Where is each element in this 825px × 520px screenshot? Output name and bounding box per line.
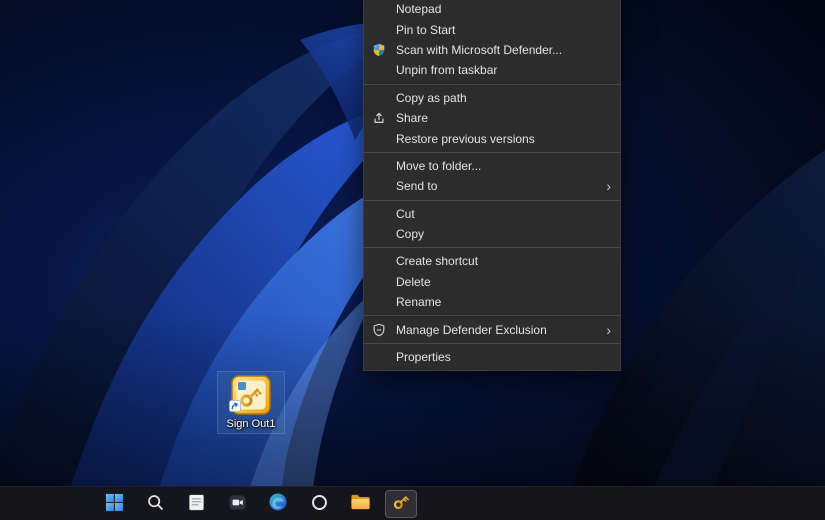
menu-item-label: Pin to Start xyxy=(396,22,456,37)
folder-icon xyxy=(350,493,371,514)
key-icon xyxy=(229,375,271,417)
search-button[interactable] xyxy=(139,490,171,518)
menu-item-create-shortcut[interactable]: Create shortcut xyxy=(364,251,620,271)
menu-item-label: Notepad xyxy=(396,2,442,17)
menu-item-label: Unpin from taskbar xyxy=(396,63,498,78)
edge-browser-button[interactable] xyxy=(262,490,294,518)
menu-item-cut[interactable]: Cut xyxy=(364,204,620,224)
desktop-shortcut-sign-out[interactable]: Sign Out1 xyxy=(217,371,285,434)
chevron-right-icon: › xyxy=(606,178,611,195)
windows-start-icon xyxy=(105,493,124,515)
notepad-icon xyxy=(187,493,206,515)
menu-item-send-to[interactable]: Send to › xyxy=(364,176,620,196)
menu-separator xyxy=(364,315,620,317)
menu-item-properties[interactable]: Properties xyxy=(364,347,620,367)
chevron-right-icon: › xyxy=(606,321,611,338)
key-icon xyxy=(391,492,411,515)
defender-exclusion-icon xyxy=(372,323,396,337)
menu-item-unpin-from-taskbar[interactable]: Unpin from taskbar xyxy=(364,60,620,80)
menu-item-pin-to-start[interactable]: Pin to Start xyxy=(364,19,620,39)
edge-icon xyxy=(268,492,288,515)
menu-item-label: Cut xyxy=(396,206,415,221)
defender-shield-icon xyxy=(372,43,396,57)
file-explorer-button[interactable] xyxy=(344,490,376,518)
chat-app-button[interactable] xyxy=(221,490,253,518)
sign-out-key-app-button[interactable] xyxy=(385,489,417,518)
notepad-app-button[interactable] xyxy=(180,490,212,518)
context-menu: Notepad Pin to Start Scan with Microsoft… xyxy=(363,0,621,372)
menu-item-label: Copy as path xyxy=(396,90,467,105)
taskbar xyxy=(0,486,825,520)
menu-item-label: Scan with Microsoft Defender... xyxy=(396,42,563,57)
menu-item-rename[interactable]: Rename xyxy=(364,292,620,312)
menu-item-copy[interactable]: Copy xyxy=(364,224,620,244)
menu-item-label: Send to xyxy=(396,179,438,194)
menu-item-delete[interactable]: Delete xyxy=(364,272,620,292)
menu-item-label: Manage Defender Exclusion xyxy=(396,322,547,337)
menu-separator xyxy=(364,199,620,201)
menu-item-label: Move to folder... xyxy=(396,158,482,173)
menu-item-notepad[interactable]: Notepad xyxy=(364,0,620,19)
menu-item-copy-as-path[interactable]: Copy as path xyxy=(364,88,620,108)
menu-item-scan-with-defender[interactable]: Scan with Microsoft Defender... xyxy=(364,40,620,60)
menu-item-label: Create shortcut xyxy=(396,254,479,269)
menu-separator xyxy=(364,83,620,85)
menu-item-label: Copy xyxy=(396,227,425,242)
menu-item-label: Rename xyxy=(396,295,442,310)
menu-item-label: Properties xyxy=(396,350,451,365)
taskbar-icon-group xyxy=(98,489,417,518)
shortcut-arrow-icon xyxy=(229,399,241,417)
video-camera-icon xyxy=(228,493,247,515)
menu-item-move-to-folder[interactable]: Move to folder... xyxy=(364,156,620,176)
start-button[interactable] xyxy=(98,490,130,518)
circle-ring-icon xyxy=(310,493,329,515)
share-icon xyxy=(372,111,396,125)
menu-item-restore-previous-versions[interactable]: Restore previous versions xyxy=(364,128,620,148)
menu-separator xyxy=(364,247,620,249)
menu-item-share[interactable]: Share xyxy=(364,108,620,128)
menu-item-label: Delete xyxy=(396,274,431,289)
menu-item-manage-defender-exclusion[interactable]: Manage Defender Exclusion › xyxy=(364,319,620,339)
desktop-shortcut-label: Sign Out1 xyxy=(226,418,276,430)
ring-app-button[interactable] xyxy=(303,490,335,518)
search-icon xyxy=(146,493,165,515)
menu-separator xyxy=(364,342,620,344)
menu-separator xyxy=(364,151,620,153)
menu-item-label: Share xyxy=(396,111,429,126)
desktop-screen: Sign Out1 Notepad Pin to Start Scan with… xyxy=(0,0,825,520)
menu-item-label: Restore previous versions xyxy=(396,131,535,146)
